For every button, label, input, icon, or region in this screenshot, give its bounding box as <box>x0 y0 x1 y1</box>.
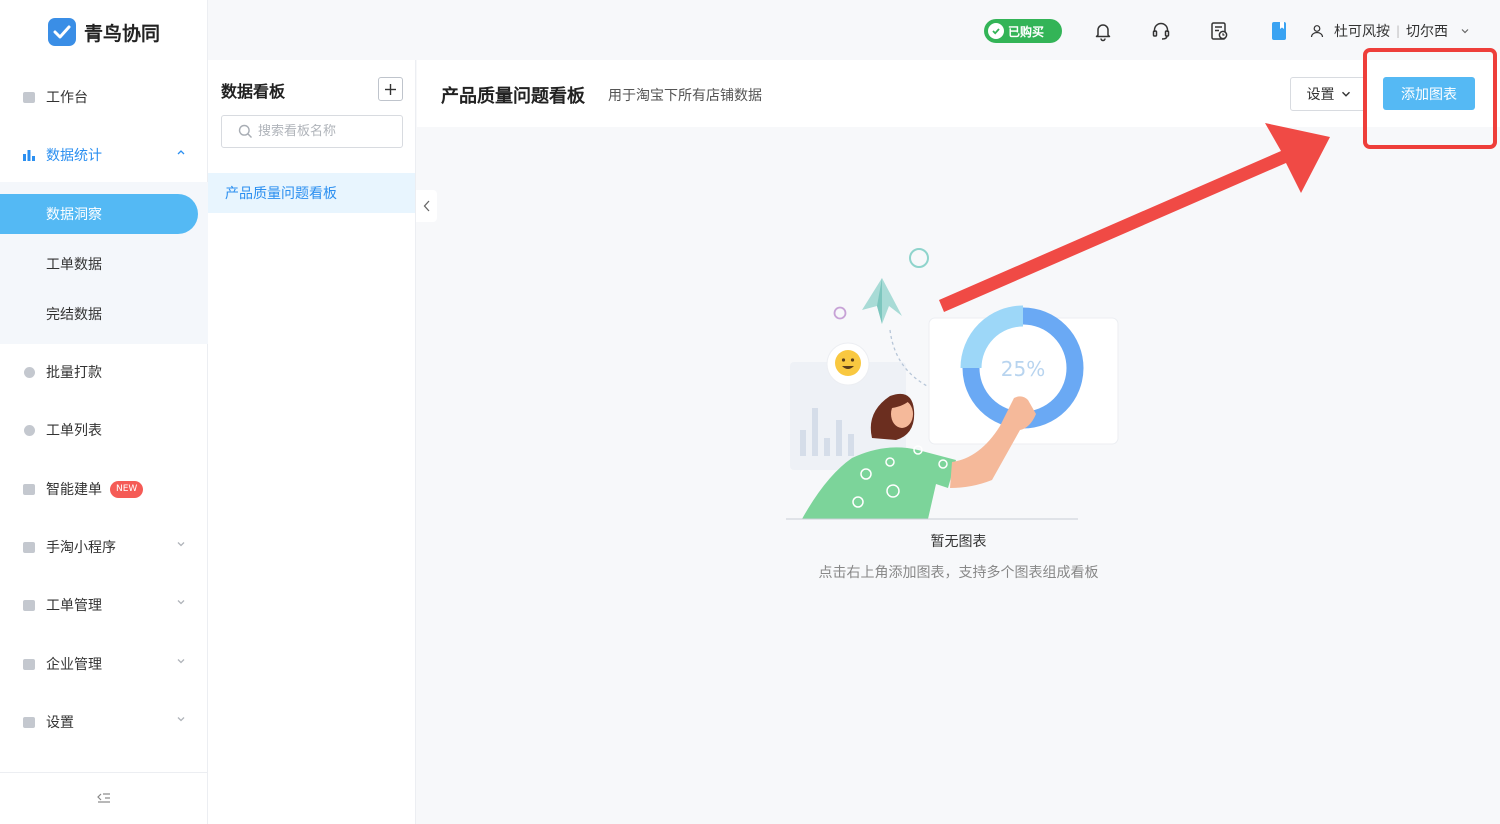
sidebar-item-data-stats[interactable]: 数据统计 <box>0 135 208 175</box>
board-list-panel: 数据看板 产品质量问题看板 <box>208 60 416 824</box>
building-icon <box>22 657 36 671</box>
sidebar-subitem-data-insight[interactable]: 数据洞察 <box>0 194 198 234</box>
check-circle-icon <box>988 23 1004 39</box>
sidebar-subitem-label: 数据洞察 <box>46 207 102 223</box>
sidebar-item-ticket-list[interactable]: 工单列表 <box>0 410 208 450</box>
user-separator: | <box>1396 24 1401 38</box>
headset-icon[interactable] <box>1150 20 1172 42</box>
chevron-left-icon <box>423 200 429 212</box>
sidebar: 青鸟协同 工作台 数据统计 数据洞察 工单数据 完结数据 批量打款 工单列表 智… <box>0 0 208 824</box>
sidebar-item-label: 设置 <box>46 715 74 731</box>
coin-icon <box>22 365 36 379</box>
board-list-item-label: 产品质量问题看板 <box>225 186 337 202</box>
sidebar-item-ticket-management[interactable]: 工单管理 <box>0 585 208 625</box>
chevron-up-icon <box>177 150 185 155</box>
board-list-item[interactable]: 产品质量问题看板 <box>208 173 415 213</box>
add-board-button[interactable] <box>378 77 403 101</box>
panel-title: 数据看板 <box>221 82 286 101</box>
logo-check-icon <box>48 18 76 46</box>
sidebar-subitem-label: 工单数据 <box>46 257 102 273</box>
empty-state-title: 暂无图表 <box>930 534 987 550</box>
collapse-panel-button[interactable] <box>416 190 437 222</box>
new-badge: NEW <box>110 480 144 498</box>
sidebar-item-enterprise-management[interactable]: 企业管理 <box>0 644 208 684</box>
sidebar-item-settings[interactable]: 设置 <box>0 702 208 742</box>
user-name: 切尔西 <box>1406 24 1449 40</box>
settings-label: 设置 <box>1306 87 1335 103</box>
app-name: 青鸟协同 <box>84 22 161 45</box>
sidebar-subitem-ticket-data[interactable]: 工单数据 <box>0 244 208 284</box>
sidebar-item-workbench[interactable]: 工作台 <box>0 77 208 117</box>
empty-state-description: 点击右上角添加图表，支持多个图表组成看板 <box>818 565 1099 581</box>
user-menu[interactable]: 杜可风按 | 切尔西 <box>1310 18 1470 44</box>
chevron-down-icon <box>1461 29 1469 34</box>
sidebar-item-smart-ticket[interactable]: 智能建单 NEW <box>0 469 208 509</box>
plus-icon <box>385 83 396 95</box>
sidebar-item-label: 工作台 <box>46 90 88 106</box>
board-settings-dropdown[interactable]: 设置 <box>1290 77 1367 111</box>
app-logo[interactable]: 青鸟协同 <box>48 16 160 48</box>
sidebar-item-label: 智能建单 <box>46 482 102 498</box>
purchased-badge[interactable]: 已购买 <box>984 19 1062 43</box>
sidebar-item-label: 批量打款 <box>46 365 102 381</box>
sidebar-item-taobao-miniprogram[interactable]: 手淘小程序 <box>0 527 208 567</box>
bookmark-book-icon[interactable] <box>1268 20 1290 42</box>
user-icon <box>1310 25 1324 38</box>
bell-icon[interactable] <box>1092 20 1114 42</box>
desktop-icon <box>22 90 36 104</box>
top-header: 已购买 杜可风按 | 切尔西 <box>208 0 1500 60</box>
document-icon <box>22 482 36 496</box>
search-icon <box>238 124 252 138</box>
chevron-down-icon <box>1341 91 1350 97</box>
user-shop: 杜可风按 <box>1334 24 1390 40</box>
sidebar-item-label: 数据统计 <box>46 148 102 164</box>
board-search-input[interactable] <box>258 124 398 139</box>
sidebar-divider <box>0 772 208 773</box>
sidebar-item-batch-payment[interactable]: 批量打款 <box>0 352 208 392</box>
chevron-down-icon <box>177 542 185 547</box>
sidebar-item-label: 工单管理 <box>46 598 102 614</box>
chevron-down-icon <box>177 717 185 722</box>
note-icon <box>22 598 36 612</box>
board-title: 产品质量问题看板 <box>441 86 585 107</box>
sidebar-subitem-completed-data[interactable]: 完结数据 <box>0 294 208 334</box>
sidebar-item-label: 企业管理 <box>46 657 102 673</box>
sidebar-item-label: 工单列表 <box>46 423 102 439</box>
data-stats-submenu: 数据洞察 工单数据 完结数据 <box>0 182 208 344</box>
collapse-sidebar-icon[interactable] <box>96 790 112 806</box>
chevron-down-icon <box>177 659 185 664</box>
sidebar-subitem-label: 完结数据 <box>46 307 102 323</box>
board-description: 用于淘宝下所有店铺数据 <box>608 88 762 104</box>
sidebar-item-label: 手淘小程序 <box>46 540 116 556</box>
bar-chart-icon <box>22 148 36 162</box>
empty-state-illustration: 25% <box>786 248 1119 520</box>
clipboard-icon <box>22 540 36 554</box>
settings-doc-icon <box>22 715 36 729</box>
search-list-icon <box>22 423 36 437</box>
illustration-percent: 25% <box>1001 357 1045 381</box>
purchased-label: 已购买 <box>1008 24 1045 39</box>
schedule-icon[interactable] <box>1208 20 1230 42</box>
board-search[interactable] <box>221 115 403 148</box>
chevron-down-icon <box>177 600 185 605</box>
annotation-highlight-box <box>1363 48 1497 149</box>
